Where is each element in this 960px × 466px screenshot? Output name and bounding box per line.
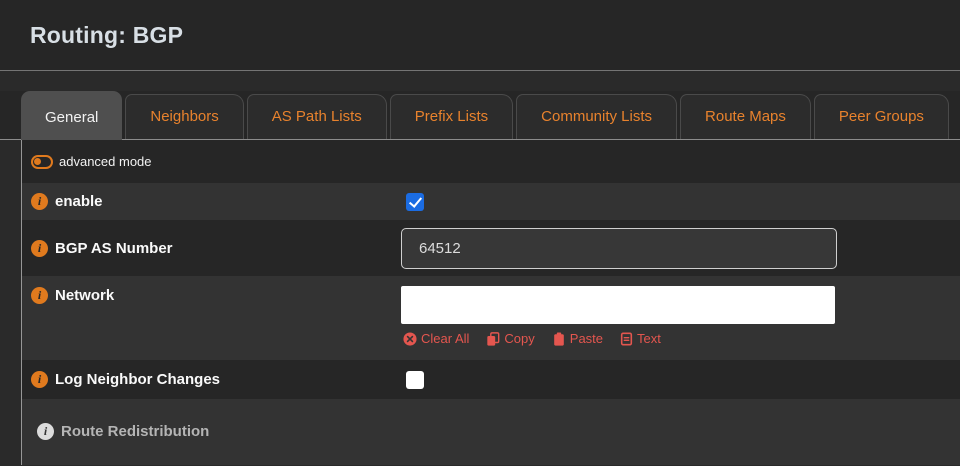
info-icon[interactable]: i	[37, 423, 54, 440]
network-label: Network	[55, 287, 114, 304]
tab-route-maps[interactable]: Route Maps	[680, 94, 811, 139]
tab-bar: General Neighbors AS Path Lists Prefix L…	[0, 91, 960, 140]
copy-icon	[486, 332, 500, 346]
info-icon[interactable]: i	[31, 193, 48, 210]
enable-label: enable	[55, 193, 103, 210]
log-neighbor-changes-row: i Log Neighbor Changes	[22, 360, 960, 399]
clear-all-button[interactable]: Clear All	[403, 331, 469, 346]
network-actions: Clear All Copy	[401, 331, 835, 346]
tab-prefix-lists[interactable]: Prefix Lists	[390, 94, 513, 139]
bgp-as-number-label: BGP AS Number	[55, 240, 173, 257]
tab-community-lists[interactable]: Community Lists	[516, 94, 677, 139]
text-button[interactable]: Text	[620, 331, 661, 346]
tab-as-path-lists[interactable]: AS Path Lists	[247, 94, 387, 139]
log-neighbor-changes-checkbox[interactable]	[406, 371, 424, 389]
advanced-mode-row: advanced mode	[22, 140, 960, 183]
info-icon[interactable]: i	[31, 287, 48, 304]
clear-all-icon	[403, 332, 417, 346]
network-input[interactable]	[401, 286, 835, 324]
route-redistribution-title: Route Redistribution	[61, 423, 209, 440]
network-row: i Network Clear All	[22, 276, 960, 360]
paste-icon	[552, 332, 566, 346]
bgp-as-number-input[interactable]	[401, 228, 837, 269]
page-header: Routing: BGP	[0, 0, 960, 71]
tab-peer-groups[interactable]: Peer Groups	[814, 94, 949, 139]
advanced-mode-label: advanced mode	[59, 154, 152, 169]
enable-checkbox[interactable]	[406, 193, 424, 211]
info-icon[interactable]: i	[31, 240, 48, 257]
log-neighbor-changes-label: Log Neighbor Changes	[55, 371, 220, 388]
bgp-as-number-row: i BGP AS Number	[22, 220, 960, 276]
route-redistribution-section: i Route Redistribution	[22, 399, 960, 465]
copy-button[interactable]: Copy	[486, 331, 534, 346]
general-settings-panel: advanced mode i enable i BGP AS Number i…	[21, 140, 960, 465]
info-icon[interactable]: i	[31, 371, 48, 388]
text-file-icon	[620, 332, 633, 346]
enable-row: i enable	[22, 183, 960, 220]
advanced-mode-toggle-icon[interactable]	[31, 155, 53, 169]
paste-button[interactable]: Paste	[552, 331, 603, 346]
tab-neighbors[interactable]: Neighbors	[125, 94, 243, 139]
tab-general[interactable]: General	[21, 91, 122, 140]
page-title: Routing: BGP	[30, 22, 183, 49]
